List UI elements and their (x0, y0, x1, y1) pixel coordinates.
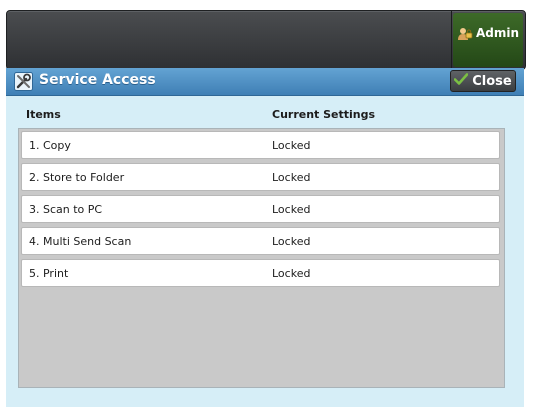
item-name: 3. Scan to PC (29, 203, 103, 216)
items-list: 1. Copy Locked 2. Store to Folder Locked… (18, 128, 505, 388)
list-item-store-to-folder[interactable]: 2. Store to Folder Locked (21, 163, 500, 191)
panel-titlebar: Service Access Close (6, 68, 524, 96)
page-title: Service Access (39, 72, 156, 88)
admin-button[interactable]: Admin (453, 13, 523, 67)
item-setting: Locked (272, 267, 311, 280)
admin-label: Admin (475, 26, 520, 40)
item-setting: Locked (272, 235, 311, 248)
tools-icon (14, 72, 33, 91)
item-name: 4. Multi Send Scan (29, 235, 132, 248)
list-item-print[interactable]: 5. Print Locked (21, 259, 500, 287)
service-access-panel: Service Access Close Items Current Setti… (6, 68, 524, 407)
list-item-copy[interactable]: 1. Copy Locked (21, 131, 500, 159)
column-header-current-settings: Current Settings (272, 108, 376, 121)
item-setting: Locked (272, 139, 311, 152)
list-item-scan-to-pc[interactable]: 3. Scan to PC Locked (21, 195, 500, 223)
admin-user-icon (457, 27, 473, 40)
screen: Admin Service Access Close Items Current… (0, 0, 536, 407)
close-button[interactable]: Close (450, 70, 516, 92)
top-bar: Admin (6, 10, 526, 70)
message-area (7, 11, 452, 69)
list-item-multi-send-scan[interactable]: 4. Multi Send Scan Locked (21, 227, 500, 255)
column-header-items: Items (26, 108, 61, 121)
item-name: 2. Store to Folder (29, 171, 125, 184)
item-name: 5. Print (29, 267, 69, 280)
item-setting: Locked (272, 171, 311, 184)
item-name: 1. Copy (29, 139, 71, 152)
checkmark-icon (453, 73, 469, 89)
close-label: Close (472, 73, 512, 89)
item-setting: Locked (272, 203, 311, 216)
